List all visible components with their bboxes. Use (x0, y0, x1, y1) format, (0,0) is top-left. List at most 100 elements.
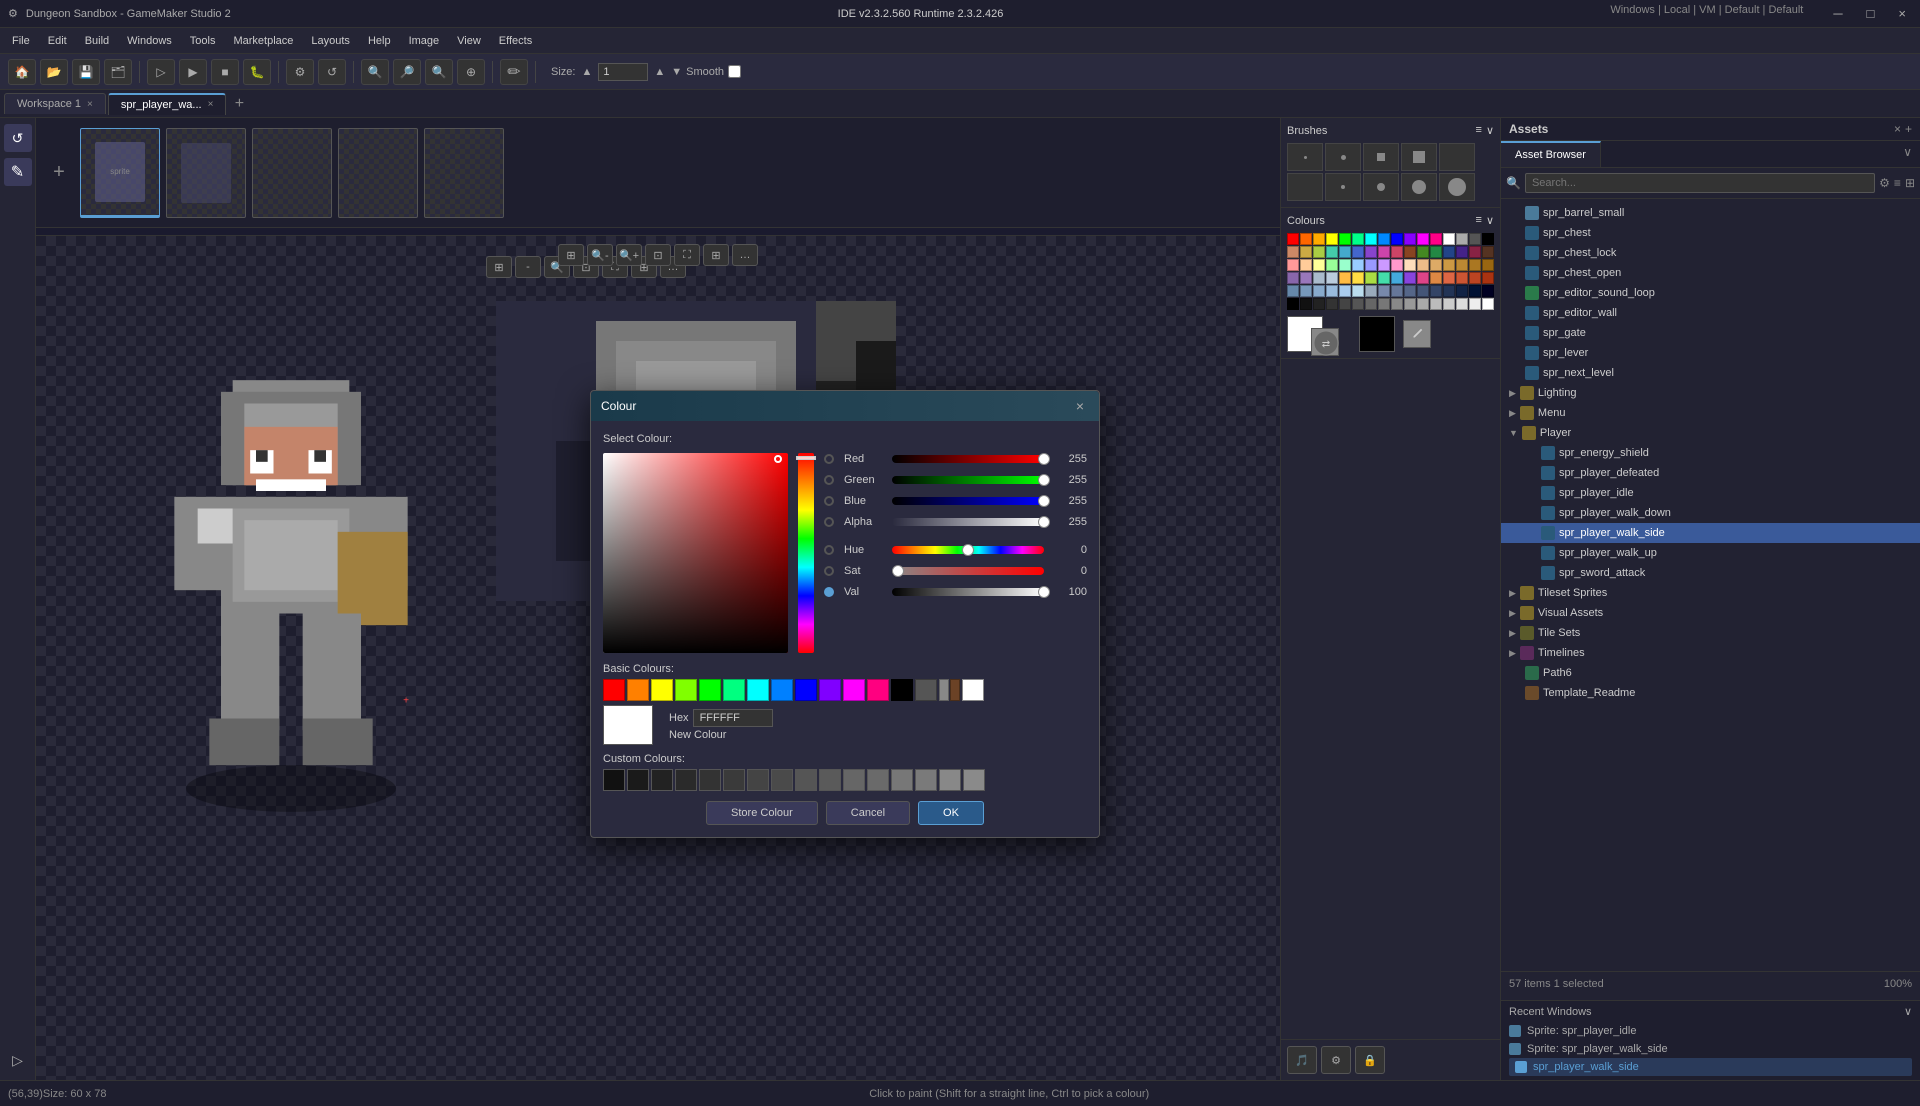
brushes-expand[interactable]: ∨ (1486, 124, 1494, 137)
bc-sky-blue[interactable] (771, 679, 793, 701)
bc-red[interactable] (603, 679, 625, 701)
minimize-button[interactable]: ─ (1827, 4, 1848, 23)
menu-tools[interactable]: Tools (182, 33, 224, 49)
c4-11[interactable] (1417, 272, 1429, 284)
bc-violet[interactable] (819, 679, 841, 701)
colour-swap[interactable]: ⇄ (1311, 328, 1339, 356)
cc-6[interactable] (723, 769, 745, 791)
colour-green[interactable] (1339, 233, 1351, 245)
c3-12[interactable] (1430, 259, 1442, 271)
canvas-grid-btn[interactable]: ⊞ (558, 244, 584, 266)
alpha-radio[interactable] (824, 517, 834, 527)
frame-4[interactable] (338, 128, 418, 218)
brush-2-3[interactable] (1363, 173, 1399, 201)
colour-white[interactable] (1443, 233, 1455, 245)
bc-green[interactable] (699, 679, 721, 701)
c2-4[interactable] (1326, 246, 1338, 258)
toolbar-play[interactable]: ▷ (147, 59, 175, 85)
c5-6[interactable] (1352, 285, 1364, 297)
toolbar-pencil[interactable]: ✏ (500, 59, 528, 85)
gray-8[interactable] (1391, 298, 1403, 310)
smooth-checkbox[interactable] (728, 65, 741, 78)
frame-2[interactable] (166, 128, 246, 218)
cc-2[interactable] (627, 769, 649, 791)
toolbar-run[interactable]: ▶ (179, 59, 207, 85)
sat-slider-track[interactable] (892, 567, 1044, 575)
gray-4[interactable] (1339, 298, 1351, 310)
colour-sky-blue[interactable] (1378, 233, 1390, 245)
c4-8[interactable] (1378, 272, 1390, 284)
toolbar-open[interactable]: 📂 (40, 59, 68, 85)
green-slider-track[interactable] (892, 476, 1044, 484)
c4-9[interactable] (1391, 272, 1403, 284)
colour-light-gray[interactable] (1456, 233, 1468, 245)
red-slider-thumb[interactable] (1038, 453, 1050, 465)
c2-3[interactable] (1313, 246, 1325, 258)
c2-7[interactable] (1365, 246, 1377, 258)
toolbar-zoom-out[interactable]: 🔍 (425, 59, 453, 85)
tool-select[interactable]: ↺ (4, 124, 32, 152)
c5-12[interactable] (1430, 285, 1442, 297)
red-radio[interactable] (824, 454, 834, 464)
c4-14[interactable] (1456, 272, 1468, 284)
bottom-tool-2[interactable]: ⚙ (1321, 1046, 1351, 1074)
c2-11[interactable] (1417, 246, 1429, 258)
c5-4[interactable] (1326, 285, 1338, 297)
colour-gradient[interactable] (603, 453, 788, 653)
brush-lg-sq[interactable] (1363, 143, 1399, 171)
recent-spr-walk-side-active[interactable]: spr_player_walk_side (1509, 1058, 1912, 1076)
bc-brown[interactable] (950, 679, 960, 701)
tree-menu-folder[interactable]: ▶ Menu (1501, 403, 1920, 423)
tree-spr-barrel-small[interactable]: spr_barrel_small (1501, 203, 1920, 223)
canvas-zoom-in-btn[interactable]: 🔍+ (616, 244, 642, 266)
gray-0[interactable] (1287, 298, 1299, 310)
frame-1[interactable]: sprite (80, 128, 160, 218)
tree-spr-chest-lock[interactable]: spr_chest_lock (1501, 243, 1920, 263)
c4-10[interactable] (1404, 272, 1416, 284)
canvas-grid-btn-r[interactable]: ⊞ (486, 256, 512, 278)
cc-14[interactable] (915, 769, 937, 791)
c4-12[interactable] (1430, 272, 1442, 284)
tree-spr-chest[interactable]: spr_chest (1501, 223, 1920, 243)
tree-tile-sets[interactable]: ▶ Tile Sets (1501, 623, 1920, 643)
c2-10[interactable] (1404, 246, 1416, 258)
toolbar-zoom-custom[interactable]: ⊕ (457, 59, 485, 85)
c2-12[interactable] (1430, 246, 1442, 258)
c3-16[interactable] (1482, 259, 1494, 271)
c5-2[interactable] (1300, 285, 1312, 297)
toolbar-settings[interactable]: ⚙ (286, 59, 314, 85)
cc-5[interactable] (699, 769, 721, 791)
toolbar-home[interactable]: 🏠 (8, 59, 36, 85)
c3-2[interactable] (1300, 259, 1312, 271)
c5-15[interactable] (1469, 285, 1481, 297)
tree-visual-assets[interactable]: ▶ Visual Assets (1501, 603, 1920, 623)
cc-11[interactable] (843, 769, 865, 791)
bc-lime[interactable] (675, 679, 697, 701)
asset-search-input[interactable] (1525, 173, 1875, 193)
tree-spr-player-idle[interactable]: spr_player_idle (1501, 483, 1920, 503)
c5-11[interactable] (1417, 285, 1429, 297)
alpha-slider-track[interactable] (892, 518, 1044, 526)
hue-slider-track[interactable] (892, 546, 1044, 554)
brush-2-5[interactable] (1439, 173, 1475, 201)
ok-button[interactable]: OK (918, 801, 984, 825)
tree-path6[interactable]: Path6 (1501, 663, 1920, 683)
tree-player-folder[interactable]: ▼ Player (1501, 423, 1920, 443)
bc-orange[interactable] (627, 679, 649, 701)
gray-c[interactable] (1443, 298, 1455, 310)
colour-orange-red[interactable] (1300, 233, 1312, 245)
tree-spr-editor-sound[interactable]: spr_editor_sound_loop (1501, 283, 1920, 303)
filter-icon[interactable]: ⚙ (1879, 176, 1890, 190)
colour-red[interactable] (1287, 233, 1299, 245)
brush-2-4[interactable] (1401, 173, 1437, 201)
toolbar-refresh[interactable]: ↺ (318, 59, 346, 85)
colour-magenta[interactable] (1417, 233, 1429, 245)
toolbar-zoom-fit[interactable]: 🔍 (361, 59, 389, 85)
bc-mid-gray[interactable] (939, 679, 949, 701)
menu-layouts[interactable]: Layouts (303, 33, 358, 49)
menu-file[interactable]: File (4, 33, 38, 49)
c4-4[interactable] (1326, 272, 1338, 284)
toolbar-save[interactable]: 💾 (72, 59, 100, 85)
gray-d[interactable] (1456, 298, 1468, 310)
canvas-zoom-fit-btn[interactable]: ⊡ (645, 244, 671, 266)
